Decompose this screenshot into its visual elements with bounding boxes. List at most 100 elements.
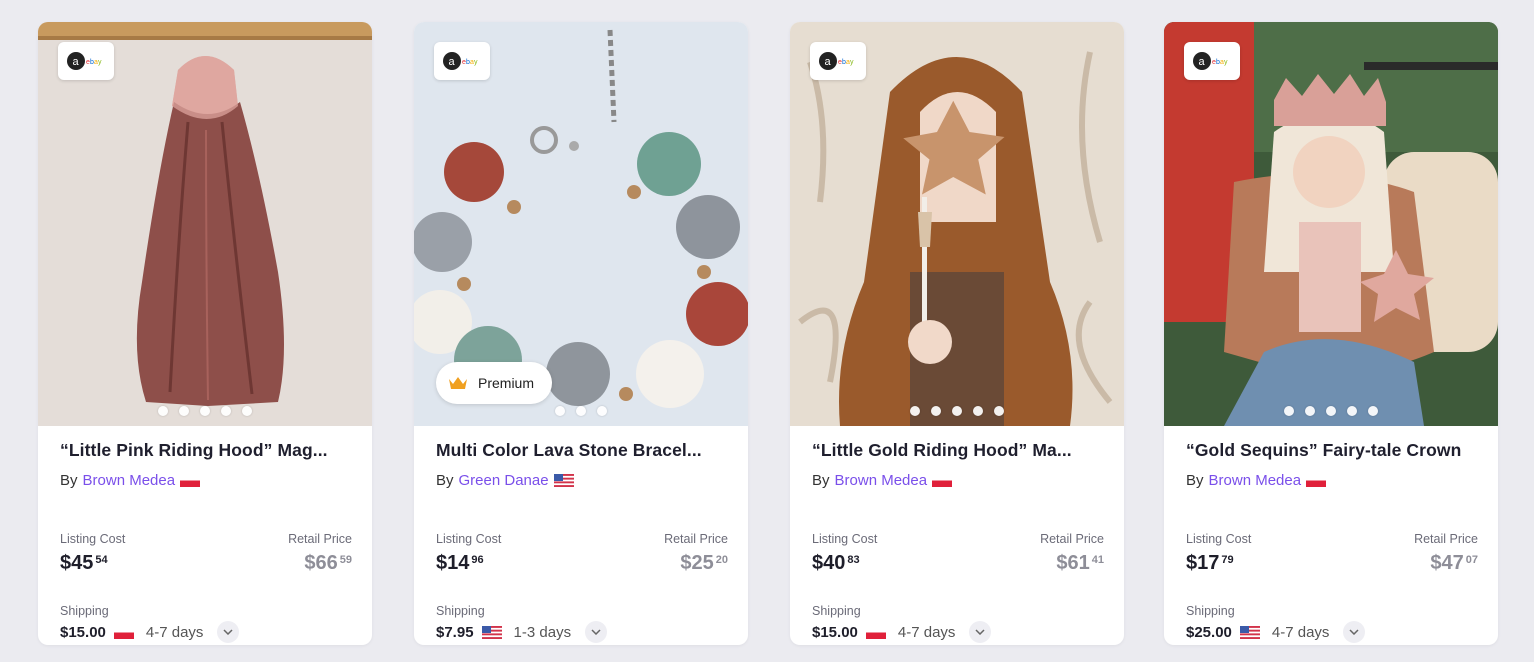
retail-price-label: Retail Price <box>664 532 728 546</box>
retail-cents: 59 <box>339 554 352 566</box>
product-image[interactable]: a e b a y <box>790 22 1124 426</box>
retail-cents: 07 <box>1465 554 1478 566</box>
marketplace-badge: a e b a y <box>58 42 114 80</box>
product-card[interactable]: a e b a y “Gold Sequins” Fairy-tale Crow… <box>1164 22 1498 645</box>
shipping-label: Shipping <box>60 604 109 618</box>
product-image[interactable]: a e b a y <box>38 22 372 426</box>
product-grid: a e b a y “Little Pink Riding Hood” Mag.… <box>0 0 1534 662</box>
shipping-price: $15.00 <box>60 623 106 641</box>
shipping-dropdown-button[interactable] <box>585 621 608 643</box>
product-photo-child-gold-cape <box>790 22 1124 426</box>
svg-text:y: y <box>474 59 478 66</box>
listing-cost-value: $45 54 <box>60 552 108 575</box>
product-card[interactable]: a e b a y “Little Gold Riding Hood” Ma..… <box>790 22 1124 645</box>
listing-cents: 79 <box>1221 554 1234 566</box>
shipping-label: Shipping <box>812 604 861 618</box>
marketplace-badge: a e b a y <box>810 42 866 80</box>
chevron-down-icon <box>1349 629 1359 635</box>
seller-link[interactable]: Brown Medea <box>835 472 928 489</box>
seller-link[interactable]: Green Danae <box>459 472 549 489</box>
premium-badge: Premium <box>436 362 553 404</box>
shipping-dropdown-button[interactable] <box>1343 621 1366 643</box>
product-photo-girl-crown <box>1164 22 1498 426</box>
retail-dollars: $66 <box>304 552 338 574</box>
poland-flag-icon <box>865 625 886 639</box>
seller-line: By Brown Medea <box>812 472 953 489</box>
listing-dollars: $17 <box>1186 552 1220 574</box>
shipping-price: $25.00 <box>1186 623 1232 641</box>
shipping-row: $15.00 4-7 days <box>812 621 992 643</box>
amazon-ebay-logo-icon: a e b a y <box>819 52 854 70</box>
carousel-dot[interactable] <box>1368 406 1378 416</box>
amazon-ebay-logo-icon: a e b a y <box>1193 52 1228 70</box>
crown-icon <box>449 377 467 389</box>
poland-flag-icon <box>113 625 134 639</box>
shipping-price: $7.95 <box>436 623 474 641</box>
listing-cost-label: Listing Cost <box>812 532 878 546</box>
retail-dollars: $47 <box>1430 552 1464 574</box>
retail-price-label: Retail Price <box>1040 532 1104 546</box>
svg-text:a: a <box>73 56 80 68</box>
carousel-dot[interactable] <box>952 406 962 416</box>
retail-price-value: $47 07 <box>1430 552 1478 575</box>
product-title[interactable]: Multi Color Lava Stone Bracel... <box>436 440 730 461</box>
carousel-dot[interactable] <box>994 406 1004 416</box>
seller-link[interactable]: Brown Medea <box>1209 472 1302 489</box>
usa-flag-icon <box>481 625 502 639</box>
carousel-dot[interactable] <box>597 406 607 416</box>
carousel-dot[interactable] <box>555 406 565 416</box>
retail-cents: 41 <box>1091 554 1104 566</box>
shipping-price: $15.00 <box>812 623 858 641</box>
product-card[interactable]: a e b a y “Little Pink Riding Hood” Mag.… <box>38 22 372 645</box>
carousel-dot[interactable] <box>931 406 941 416</box>
carousel-dot[interactable] <box>158 406 168 416</box>
premium-label: Premium <box>478 375 535 391</box>
retail-price-label: Retail Price <box>1414 532 1478 546</box>
listing-cents: 54 <box>95 554 108 566</box>
poland-flag-icon <box>1306 474 1327 487</box>
retail-dollars: $61 <box>1056 552 1090 574</box>
usa-flag-icon <box>1239 625 1260 639</box>
carousel-dot[interactable] <box>1305 406 1315 416</box>
carousel-dot[interactable] <box>242 406 252 416</box>
shipping-label: Shipping <box>436 604 485 618</box>
chevron-down-icon <box>223 629 233 635</box>
image-carousel-dots <box>414 406 748 416</box>
listing-cost-value: $17 79 <box>1186 552 1234 575</box>
carousel-dot[interactable] <box>1284 406 1294 416</box>
retail-price-value: $61 41 <box>1056 552 1104 575</box>
product-image[interactable]: a e b a y Premium <box>414 22 748 426</box>
product-photo-cape-pink <box>38 22 372 426</box>
seller-link[interactable]: Brown Medea <box>83 472 176 489</box>
shipping-dropdown-button[interactable] <box>217 621 240 643</box>
by-label: By <box>436 472 454 489</box>
carousel-dot[interactable] <box>1326 406 1336 416</box>
chevron-down-icon <box>591 629 601 635</box>
retail-dollars: $25 <box>680 552 714 574</box>
carousel-dot[interactable] <box>973 406 983 416</box>
carousel-dot[interactable] <box>1347 406 1357 416</box>
chevron-down-icon <box>975 629 985 635</box>
by-label: By <box>1186 472 1204 489</box>
product-title[interactable]: “Little Pink Riding Hood” Mag... <box>60 440 354 461</box>
product-title[interactable]: “Gold Sequins” Fairy-tale Crown <box>1186 440 1480 461</box>
listing-cost-label: Listing Cost <box>60 532 126 546</box>
shipping-row: $25.00 4-7 days <box>1186 621 1366 643</box>
product-image[interactable]: a e b a y <box>1164 22 1498 426</box>
carousel-dot[interactable] <box>200 406 210 416</box>
usa-flag-icon <box>553 474 574 487</box>
shipping-dropdown-button[interactable] <box>969 621 992 643</box>
carousel-dot[interactable] <box>221 406 231 416</box>
shipping-row: $15.00 4-7 days <box>60 621 240 643</box>
marketplace-badge: a e b a y <box>1184 42 1240 80</box>
listing-cost-label: Listing Cost <box>436 532 502 546</box>
carousel-dot[interactable] <box>179 406 189 416</box>
seller-line: By Brown Medea <box>1186 472 1327 489</box>
shipping-row: $7.95 1-3 days <box>436 621 608 643</box>
product-title[interactable]: “Little Gold Riding Hood” Ma... <box>812 440 1106 461</box>
svg-text:y: y <box>98 59 102 66</box>
carousel-dot[interactable] <box>576 406 586 416</box>
product-card[interactable]: a e b a y Premium Multi Color Lava Stone… <box>414 22 748 645</box>
retail-price-value: $66 59 <box>304 552 352 575</box>
carousel-dot[interactable] <box>910 406 920 416</box>
